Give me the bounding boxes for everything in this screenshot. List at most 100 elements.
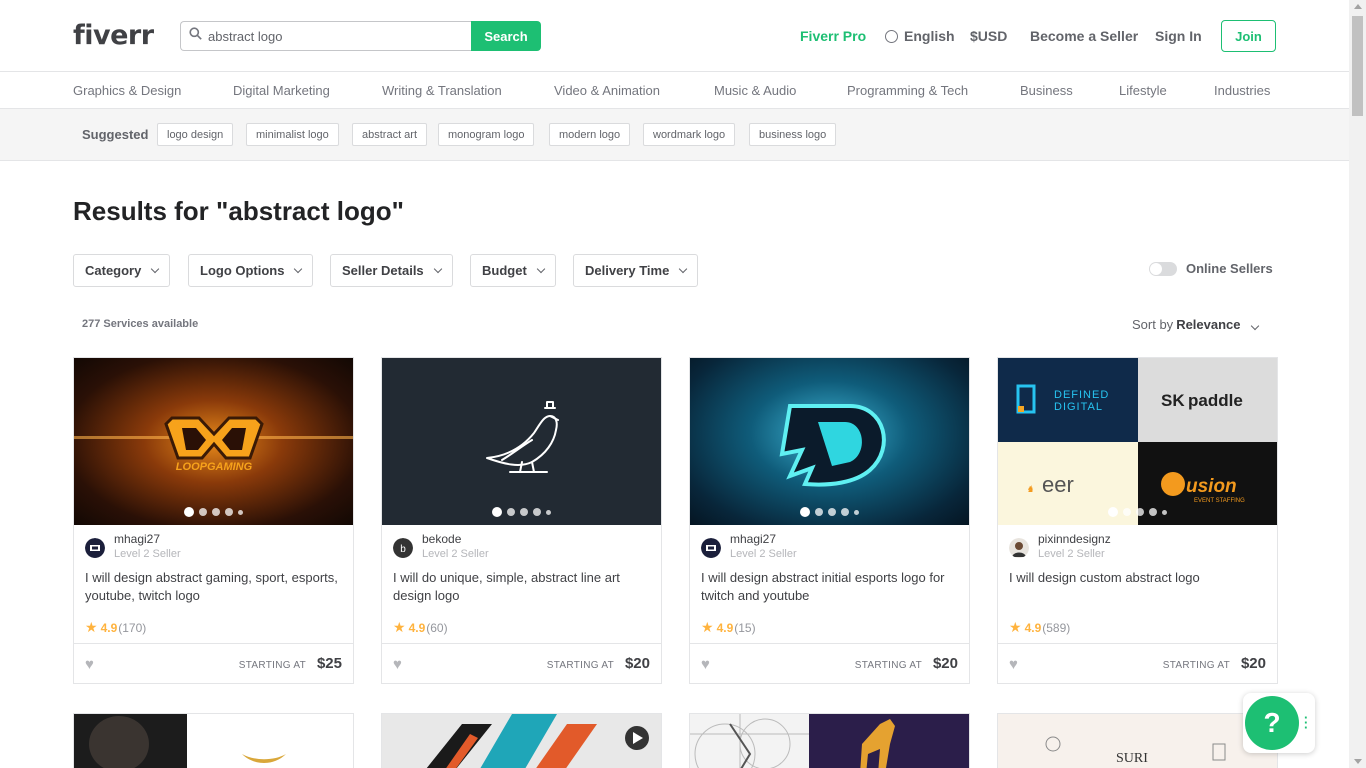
avatar[interactable]: b: [393, 538, 413, 558]
gig-title[interactable]: I will design abstract gaming, sport, es…: [85, 569, 343, 605]
sign-in-link[interactable]: Sign In: [1155, 28, 1202, 44]
gig-image[interactable]: DEFINED DIGITAL SK paddle ♞ eer usion EV…: [998, 358, 1277, 525]
heart-icon[interactable]: ♥: [701, 656, 710, 673]
card-footer: ♥ STARTING AT $20: [690, 643, 969, 683]
heart-icon[interactable]: ♥: [393, 656, 402, 673]
scroll-down-icon[interactable]: [1354, 759, 1362, 764]
suggested-chip[interactable]: abstract art: [352, 123, 428, 146]
language-selector[interactable]: English: [885, 28, 955, 44]
category-video-animation[interactable]: Video & Animation: [554, 83, 660, 98]
gig-card[interactable]: [73, 713, 354, 768]
gig-card[interactable]: [381, 713, 662, 768]
heart-icon[interactable]: ♥: [85, 656, 94, 673]
gig-card[interactable]: [689, 713, 970, 768]
search-button[interactable]: Search: [471, 21, 541, 51]
search-box[interactable]: [180, 21, 471, 51]
seller-name[interactable]: mhagi27: [730, 532, 776, 546]
gig-image[interactable]: [74, 714, 354, 768]
filter-label: Seller Details: [342, 263, 424, 278]
gig-card[interactable]: SURI: [997, 713, 1278, 768]
card-footer: ♥ STARTING AT $20: [382, 643, 661, 683]
chevron-down-icon: [151, 264, 160, 274]
avatar[interactable]: [1009, 538, 1029, 558]
become-seller-link[interactable]: Become a Seller: [1030, 28, 1138, 44]
results-title: Results for "abstract logo": [73, 196, 404, 226]
gig-card[interactable]: LOOPGAMING mhagi27 Level 2 Seller I will…: [73, 357, 354, 684]
fiverr-logo[interactable]: fiverr: [73, 20, 154, 51]
filter-budget[interactable]: Budget: [470, 254, 556, 287]
star-icon: ★: [1009, 619, 1022, 635]
gig-price: $20: [624, 655, 650, 672]
scroll-thumb[interactable]: [1352, 16, 1363, 116]
suggested-chip[interactable]: wordmark logo: [643, 123, 736, 146]
category-digital-marketing[interactable]: Digital Marketing: [233, 83, 330, 98]
seller-name[interactable]: mhagi27: [114, 532, 160, 546]
filter-seller-details[interactable]: Seller Details: [330, 254, 453, 287]
help-button[interactable]: ?: [1245, 696, 1299, 750]
avatar[interactable]: [701, 538, 721, 558]
join-button[interactable]: Join: [1221, 20, 1276, 52]
gig-title[interactable]: I will design custom abstract logo: [1009, 569, 1267, 587]
rating-score: 4.9: [716, 620, 734, 635]
filter-category[interactable]: Category: [73, 254, 171, 287]
review-count: (589): [1042, 620, 1071, 635]
suggested-chip[interactable]: monogram logo: [438, 123, 535, 146]
gig-rating: ★ 4.9 (15): [701, 619, 756, 636]
category-programming-tech[interactable]: Programming & Tech: [847, 83, 968, 98]
suggested-bar: Suggested logo design minimalist logo ab…: [0, 109, 1349, 161]
top-header: fiverr Search Fiverr Pro English $USD Be…: [0, 0, 1349, 72]
carousel-dots[interactable]: [382, 507, 661, 517]
avatar[interactable]: [85, 538, 105, 558]
search-input[interactable]: [208, 28, 458, 44]
sort-dropdown[interactable]: Sort by Relevance: [1132, 317, 1259, 332]
gig-card[interactable]: mhagi27 Level 2 Seller I will design abs…: [689, 357, 970, 684]
category-industries[interactable]: Industries: [1214, 83, 1270, 98]
carousel-dots[interactable]: [74, 507, 353, 517]
gig-image[interactable]: [382, 714, 662, 768]
gig-title[interactable]: I will do unique, simple, abstract line …: [393, 569, 651, 605]
gig-image[interactable]: LOOPGAMING: [74, 358, 353, 525]
category-graphics-design[interactable]: Graphics & Design: [73, 83, 181, 98]
gig-image[interactable]: [382, 358, 661, 525]
chevron-down-icon: [1250, 321, 1259, 331]
star-icon: ★: [701, 619, 714, 635]
image-text: LOOPGAMING: [176, 461, 253, 473]
gig-image[interactable]: [690, 358, 969, 525]
gig-title[interactable]: I will design abstract initial esports l…: [701, 569, 959, 605]
loop-gaming-logo-image: LOOPGAMING: [74, 416, 353, 473]
carousel-dots[interactable]: [998, 507, 1277, 517]
suggested-chip[interactable]: minimalist logo: [246, 123, 339, 146]
image-text: DEFINED: [1054, 389, 1109, 401]
currency-selector[interactable]: $USD: [970, 28, 1007, 44]
gig-card[interactable]: b bekode Level 2 Seller I will do unique…: [381, 357, 662, 684]
scroll-up-icon[interactable]: [1354, 4, 1362, 9]
online-sellers-toggle[interactable]: [1149, 262, 1177, 276]
gig-image[interactable]: SURI: [998, 714, 1278, 768]
search-icon: [189, 27, 202, 45]
seller-name[interactable]: pixinndesignz: [1038, 532, 1111, 546]
sort-value: Relevance: [1176, 317, 1241, 332]
gig-image[interactable]: [690, 714, 970, 768]
category-business[interactable]: Business: [1020, 83, 1073, 98]
d-esports-logo-image: [779, 404, 886, 487]
category-lifestyle[interactable]: Lifestyle: [1119, 83, 1167, 98]
suggested-chip[interactable]: logo design: [157, 123, 234, 146]
filter-logo-options[interactable]: Logo Options: [188, 254, 314, 287]
category-writing-translation[interactable]: Writing & Translation: [382, 83, 502, 98]
carousel-dots[interactable]: [690, 507, 969, 517]
fiverr-pro-link[interactable]: Fiverr Pro: [800, 28, 866, 44]
help-widget: ? · · ·: [1243, 693, 1315, 753]
chevron-down-icon: [294, 264, 303, 274]
chevron-down-icon: [536, 264, 546, 274]
category-music-audio[interactable]: Music & Audio: [714, 83, 796, 98]
suggested-chip[interactable]: business logo: [749, 123, 837, 146]
filter-delivery-time[interactable]: Delivery Time: [573, 254, 699, 287]
gig-card[interactable]: DEFINED DIGITAL SK paddle ♞ eer usion EV…: [997, 357, 1278, 684]
more-options-icon[interactable]: · · ·: [1304, 711, 1308, 734]
seller-level: Level 2 Seller: [730, 548, 797, 560]
page-scrollbar[interactable]: [1349, 0, 1366, 768]
gig-rating: ★ 4.9 (60): [393, 619, 448, 636]
seller-name[interactable]: bekode: [422, 532, 461, 546]
heart-icon[interactable]: ♥: [1009, 656, 1018, 673]
suggested-chip[interactable]: modern logo: [549, 123, 631, 146]
